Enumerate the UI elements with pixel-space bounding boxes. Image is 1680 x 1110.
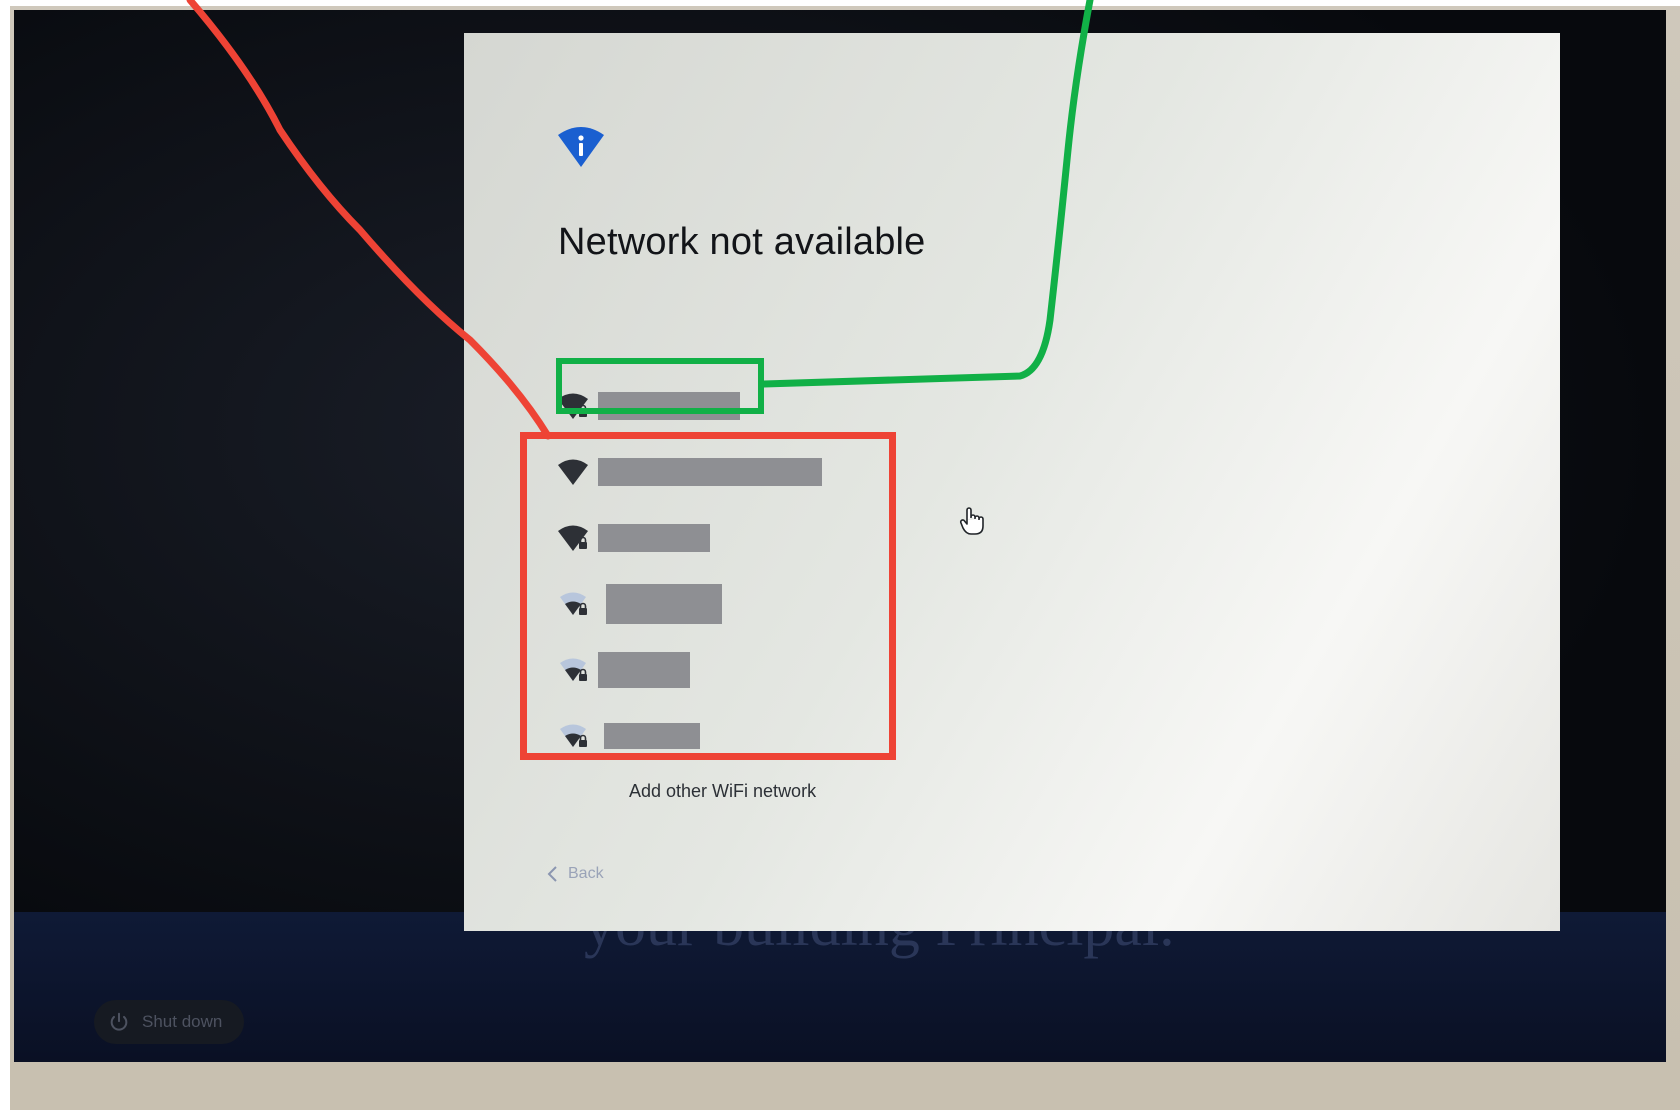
wifi-info-icon (558, 127, 604, 167)
power-icon (110, 1012, 128, 1031)
back-label: Back (568, 865, 604, 882)
chevron-left-icon (547, 866, 557, 882)
red-annotation-box (520, 432, 896, 760)
back-button[interactable]: Back (546, 865, 604, 883)
add-wifi-network-link[interactable]: Add other WiFi network (629, 781, 816, 802)
hand-cursor-icon (959, 507, 984, 535)
green-annotation-box (556, 358, 764, 414)
page-title: Network not available (558, 221, 926, 263)
shutdown-label: Shut down (142, 1012, 223, 1031)
shutdown-button[interactable]: Shut down (94, 1000, 245, 1044)
